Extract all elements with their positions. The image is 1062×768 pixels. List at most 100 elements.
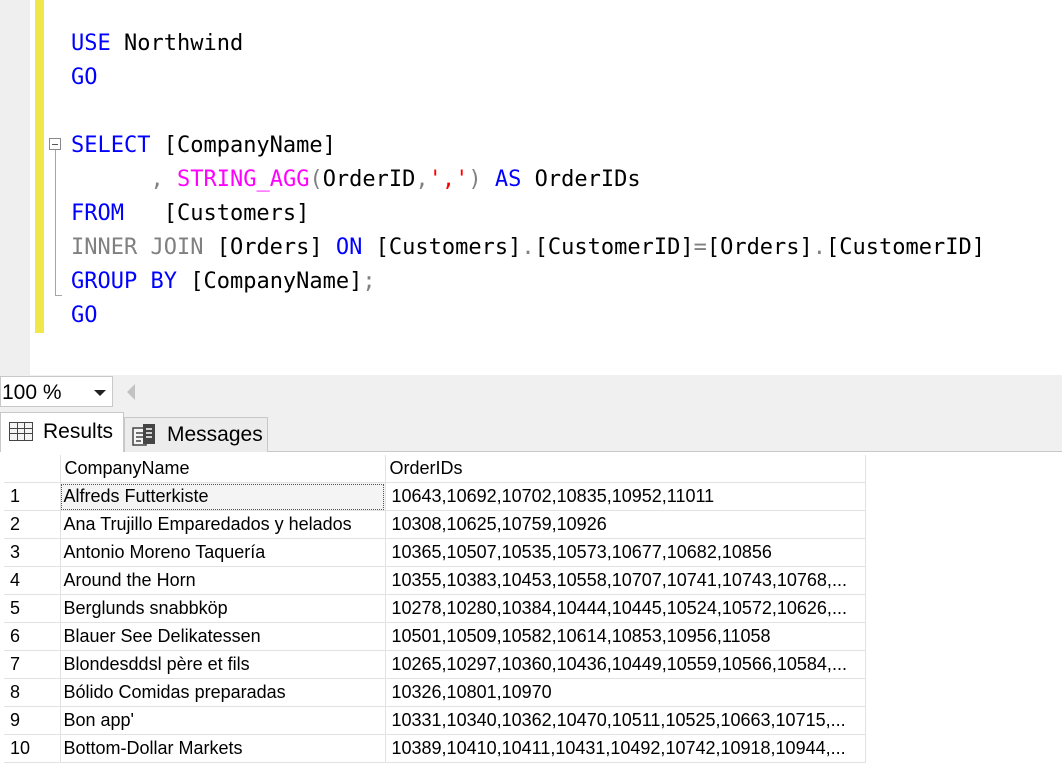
zoom-dropdown[interactable]: 100 % xyxy=(0,376,113,407)
code-token: GO xyxy=(71,303,98,328)
sql-code[interactable]: USE Northwind GO SELECT [CompanyName] , S… xyxy=(71,27,985,333)
orderids-cell[interactable]: 10501,10509,10582,10614,10853,10956,1105… xyxy=(385,622,866,651)
query-editor[interactable]: USE Northwind GO SELECT [CompanyName] , S… xyxy=(0,0,1062,375)
results-grid[interactable]: CompanyName OrderIDs 1 Alfreds Futterkist… xyxy=(4,455,866,763)
code-token: [Customers] xyxy=(123,201,310,226)
code-line[interactable]: GROUP BY [CompanyName]; xyxy=(71,265,985,299)
orderids-cell[interactable]: 10389,10410,10411,10431,10492,10742,1091… xyxy=(385,734,866,763)
code-token: OrderID xyxy=(322,167,416,192)
row-number-cell[interactable]: 8 xyxy=(4,678,61,707)
zoom-strip xyxy=(0,375,1062,409)
companyname-cell[interactable]: Bon app' xyxy=(60,706,386,735)
column-header-orderids[interactable]: OrderIDs xyxy=(385,455,866,483)
row-number-cell[interactable]: 5 xyxy=(4,594,61,623)
code-line[interactable]: GO xyxy=(71,299,985,333)
table-row[interactable]: 2 Ana Trujillo Emparedados y helados 10308… xyxy=(4,510,866,539)
collapse-icon[interactable] xyxy=(49,138,61,150)
table-row[interactable]: 9 Bon app' 10331,10340,10362,10470,10511,1… xyxy=(4,706,866,735)
row-number-cell[interactable]: 10 xyxy=(4,734,61,763)
code-token: [CustomerID] xyxy=(826,235,985,260)
companyname-cell[interactable]: Ana Trujillo Emparedados y helados xyxy=(60,510,386,539)
table-row[interactable]: 6 Blauer See Delikatessen 10501,10509,1058… xyxy=(4,622,866,651)
code-token: ',' xyxy=(428,167,469,192)
row-number-cell[interactable]: 2 xyxy=(4,510,61,539)
row-number-cell[interactable]: 9 xyxy=(4,706,61,735)
editor-gutter xyxy=(0,0,30,375)
companyname-cell[interactable]: Alfreds Futterkiste xyxy=(60,482,386,511)
row-number-cell[interactable]: 6 xyxy=(4,622,61,651)
table-row[interactable]: 1 Alfreds Futterkiste 10643,10692,10702,10… xyxy=(4,482,866,511)
scroll-left-arrow-icon[interactable] xyxy=(127,384,135,400)
orderids-cell[interactable]: 10331,10340,10362,10470,10511,10525,1066… xyxy=(385,706,866,735)
row-number-cell[interactable]: 4 xyxy=(4,566,61,595)
companyname-cell[interactable]: Blondesddsl père et fils xyxy=(60,650,386,679)
code-token: ) xyxy=(468,167,495,192)
code-token: AS xyxy=(494,167,535,192)
code-token: FROM xyxy=(71,201,124,226)
code-line[interactable]: GO xyxy=(71,61,985,95)
code-token: [Orders] xyxy=(706,235,813,260)
companyname-cell[interactable]: Bólido Comidas preparadas xyxy=(60,678,386,707)
code-token: GROUP BY xyxy=(71,269,191,294)
outline-fold-line xyxy=(55,150,62,296)
code-token: OrderIDs xyxy=(534,167,641,192)
code-token: ( xyxy=(309,167,323,192)
column-header-companyname[interactable]: CompanyName xyxy=(60,455,386,483)
orderids-cell[interactable]: 10278,10280,10384,10444,10445,10524,1057… xyxy=(385,594,866,623)
orderids-cell[interactable]: 10265,10297,10360,10436,10449,10559,1056… xyxy=(385,650,866,679)
orderids-cell[interactable]: 10643,10692,10702,10835,10952,11011 xyxy=(385,482,866,511)
code-token: [CustomerID] xyxy=(534,235,694,260)
code-line[interactable]: , STRING_AGG(OrderID,',') AS OrderIDs xyxy=(71,163,985,197)
companyname-cell[interactable]: Berglunds snabbköp xyxy=(60,594,386,623)
code-line[interactable] xyxy=(71,95,985,129)
grid-header-row: CompanyName OrderIDs xyxy=(4,455,866,483)
code-token: ON xyxy=(335,235,376,260)
code-token: , xyxy=(415,167,429,192)
row-number-header[interactable] xyxy=(4,455,61,483)
table-row[interactable]: 4 Around the Horn 10355,10383,10453,10558,… xyxy=(4,566,866,595)
companyname-cell[interactable]: Antonio Moreno Taquería xyxy=(60,538,386,567)
table-row[interactable]: 8 Bólido Comidas preparadas 10326,10801,10… xyxy=(4,678,866,707)
code-line[interactable]: INNER JOIN [Orders] ON [Customers].[Cust… xyxy=(71,231,985,265)
grid-icon xyxy=(9,422,33,441)
row-number-cell[interactable]: 1 xyxy=(4,482,61,511)
orderids-cell[interactable]: 10308,10625,10759,10926 xyxy=(385,510,866,539)
table-row[interactable]: 7 Blondesddsl père et fils 10265,10297,103… xyxy=(4,650,866,679)
code-token: . xyxy=(812,235,827,260)
code-token: , xyxy=(150,167,177,192)
tab-messages-label: Messages xyxy=(167,423,263,446)
code-token: GO xyxy=(71,65,98,90)
code-token: [CompanyName] xyxy=(190,269,363,294)
code-token: [Orders] xyxy=(216,235,336,260)
code-token: . xyxy=(521,235,535,260)
code-token: ; xyxy=(362,269,376,294)
code-line[interactable]: SELECT [CompanyName] xyxy=(71,129,985,163)
code-token: STRING_AGG xyxy=(176,167,310,192)
companyname-cell[interactable]: Bottom-Dollar Markets xyxy=(60,734,386,763)
companyname-cell[interactable]: Around the Horn xyxy=(60,566,386,595)
tab-results[interactable]: Results xyxy=(0,412,124,452)
orderids-cell[interactable]: 10365,10507,10535,10573,10677,10682,1085… xyxy=(385,538,866,567)
code-token: INNER JOIN xyxy=(71,235,217,260)
row-number-cell[interactable]: 7 xyxy=(4,650,61,679)
table-row[interactable]: 3 Antonio Moreno Taquería 10365,10507,1053… xyxy=(4,538,866,567)
code-token: USE xyxy=(71,31,124,56)
code-token: Northwind xyxy=(123,31,244,56)
code-token: = xyxy=(693,235,707,260)
companyname-cell[interactable]: Blauer See Delikatessen xyxy=(60,622,386,651)
chevron-down-icon[interactable] xyxy=(94,390,106,396)
code-token: [CompanyName] xyxy=(163,133,336,158)
code-line[interactable]: USE Northwind xyxy=(71,27,985,61)
orderids-cell[interactable]: 10355,10383,10453,10558,10707,10741,1074… xyxy=(385,566,866,595)
messages-icon xyxy=(132,424,155,446)
code-line[interactable]: FROM [Customers] xyxy=(71,197,985,231)
row-number-cell[interactable]: 3 xyxy=(4,538,61,567)
code-token: SELECT xyxy=(71,133,164,158)
table-row[interactable]: 10 Bottom-Dollar Markets 10389,10410,10411… xyxy=(4,734,866,763)
zoom-value: 100 % xyxy=(2,381,62,404)
tab-messages[interactable]: Messages xyxy=(124,417,268,452)
orderids-cell[interactable]: 10326,10801,10970 xyxy=(385,678,866,707)
change-tracking-bar xyxy=(35,0,44,333)
table-row[interactable]: 5 Berglunds snabbköp 10278,10280,10384,104… xyxy=(4,594,866,623)
